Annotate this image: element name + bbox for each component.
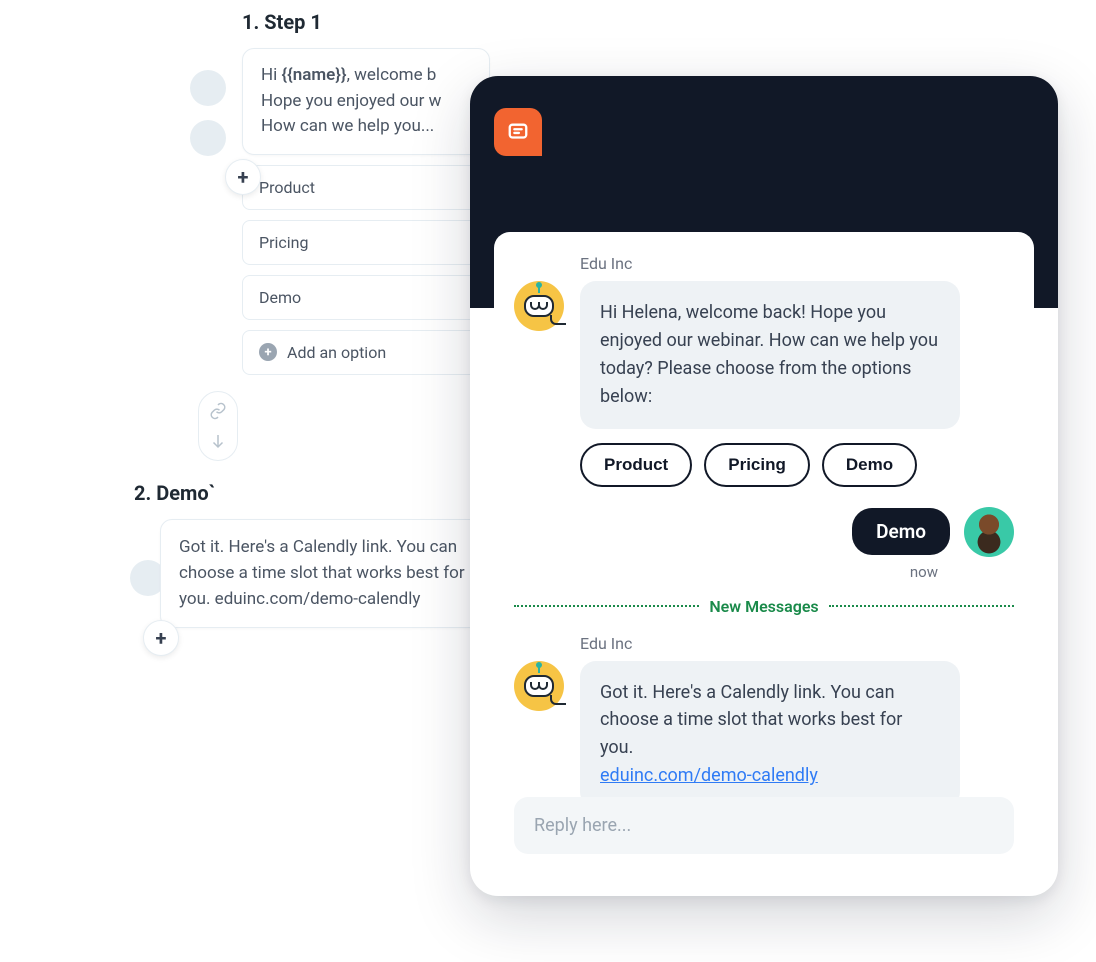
quick-reply-product[interactable]: Product — [580, 443, 692, 487]
brand-logo — [494, 108, 542, 156]
divider-label: New Messages — [709, 597, 818, 616]
bot-message-row: Hi Helena, welcome back! Hope you enjoye… — [494, 281, 1034, 429]
message-timestamp: now — [494, 563, 1034, 581]
option-label: Pricing — [259, 233, 309, 252]
calendly-link[interactable]: eduinc.com/demo-calendly — [600, 765, 818, 786]
chat-icon — [507, 121, 529, 143]
message-text: Got it. Here's a Calendly link. You can … — [179, 534, 471, 613]
flow-builder: 1. Step 1 + Hi {{name}}, welcome b Hope … — [130, 10, 490, 628]
user-message-row: Demo — [494, 487, 1034, 557]
chat-widget: Edu Inc Hi Helena, welcome back! Hope yo… — [470, 76, 1058, 896]
divider-line — [829, 605, 1014, 607]
new-messages-divider: New Messages — [494, 587, 1034, 626]
bot-antenna-icon — [538, 287, 540, 293]
step-2-heading: 2. Demo` — [134, 481, 490, 505]
link-icon — [209, 402, 227, 420]
message-text-pre: Hi — [261, 65, 281, 85]
step-1-message-card[interactable]: + Hi {{name}}, welcome b Hope you enjoye… — [242, 48, 490, 155]
chat-body: Edu Inc Hi Helena, welcome back! Hope yo… — [494, 232, 1034, 872]
step-1-heading: 1. Step 1 — [242, 10, 490, 34]
plus-icon: + — [156, 626, 167, 650]
flow-connector — [198, 391, 238, 461]
reply-input[interactable]: Reply here... — [514, 797, 1014, 854]
bot-message-row: Got it. Here's a Calendly link. You can … — [494, 661, 1034, 809]
add-option-label: Add an option — [287, 343, 386, 362]
add-step-button[interactable]: + — [143, 620, 179, 656]
quick-reply-demo[interactable]: Demo — [822, 443, 917, 487]
step-2-message-card[interactable]: + Got it. Here's a Calendly link. You ca… — [160, 519, 490, 628]
divider-line — [514, 605, 699, 607]
sender-name: Edu Inc — [580, 634, 1034, 653]
template-variable: {{name}} — [281, 65, 346, 85]
option-label: Product — [259, 178, 315, 197]
quick-reply-row: Product Pricing Demo — [494, 429, 1034, 487]
sender-name: Edu Inc — [580, 254, 1034, 273]
bot-message-bubble: Hi Helena, welcome back! Hope you enjoye… — [580, 281, 960, 429]
option-item-demo[interactable]: Demo — [242, 275, 490, 320]
plus-circle-icon: + — [259, 343, 277, 361]
option-label: Demo — [259, 288, 301, 307]
bot-face-icon — [524, 675, 554, 697]
quick-reply-pricing[interactable]: Pricing — [704, 443, 810, 487]
flow-node-dot — [190, 120, 226, 156]
option-item-product[interactable]: Product — [242, 165, 490, 210]
user-message-bubble: Demo — [852, 508, 950, 555]
bot-message-text: Got it. Here's a Calendly link. You can … — [600, 682, 902, 759]
bot-face-icon — [524, 295, 554, 317]
add-option-button[interactable]: + Add an option — [242, 330, 490, 375]
plus-icon: + — [238, 165, 249, 189]
bot-message-bubble: Got it. Here's a Calendly link. You can … — [580, 661, 960, 809]
arrow-down-icon — [209, 432, 227, 450]
user-avatar — [964, 507, 1014, 557]
bot-avatar — [514, 661, 564, 711]
bot-avatar — [514, 281, 564, 331]
add-step-button[interactable]: + — [225, 159, 261, 195]
bot-antenna-icon — [538, 667, 540, 673]
flow-node-dot — [190, 70, 226, 106]
option-item-pricing[interactable]: Pricing — [242, 220, 490, 265]
